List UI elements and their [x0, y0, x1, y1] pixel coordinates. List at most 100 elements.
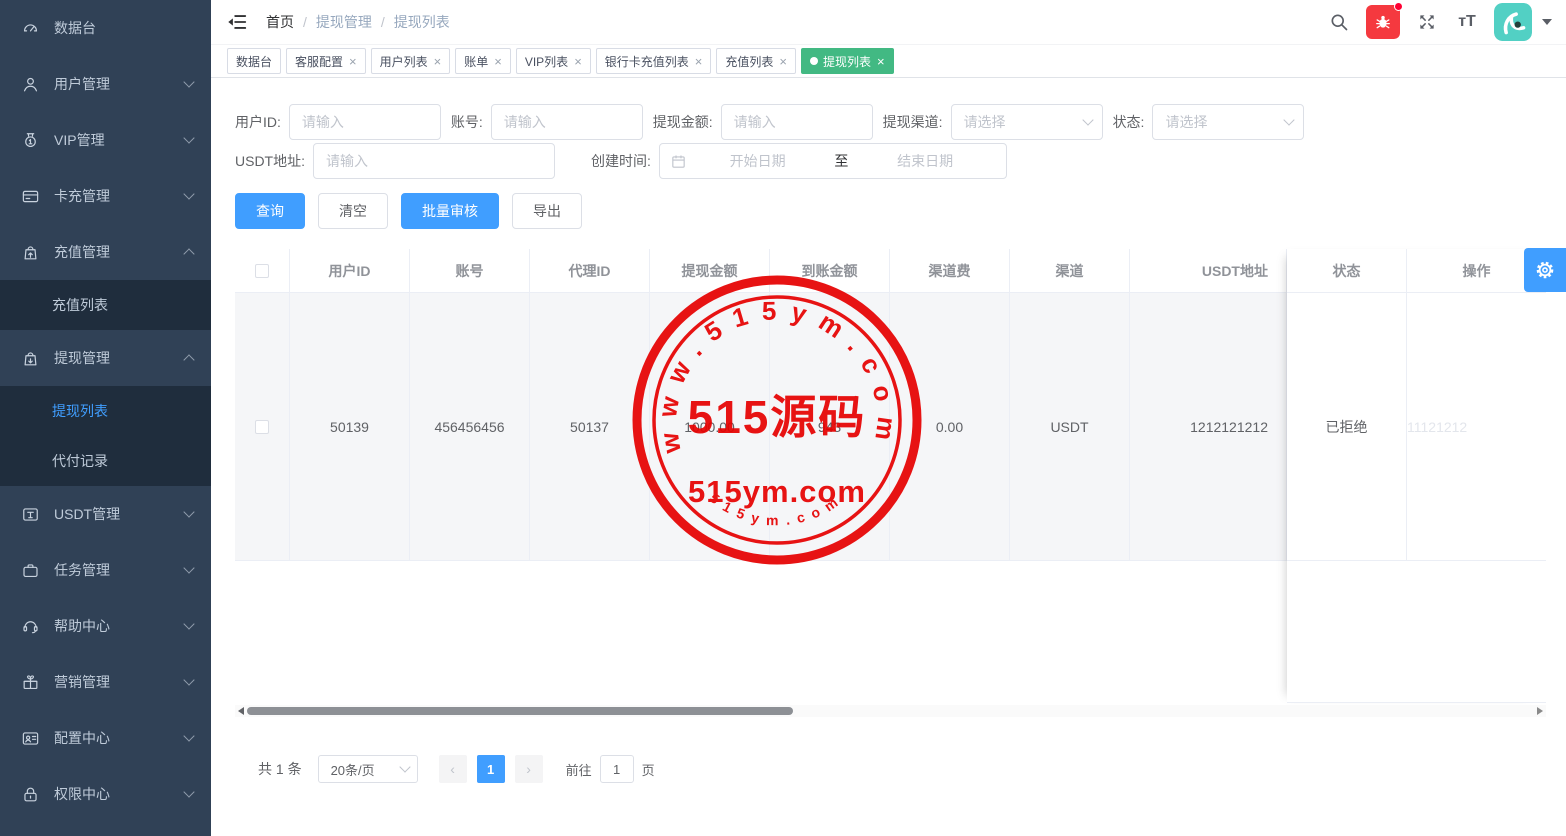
sidebar-item-recharge-management[interactable]: 充值管理 — [0, 224, 211, 280]
sidebar-item-label: 提现管理 — [54, 348, 185, 368]
tab-recharge-list[interactable]: 充值列表 × — [716, 48, 796, 74]
scroll-left-arrow-icon[interactable] — [238, 707, 244, 715]
cell-status: 已拒绝 — [1287, 293, 1407, 560]
status-select[interactable]: 请选择 — [1152, 104, 1304, 140]
sidebar-item-usdt-management[interactable]: USDT管理 — [0, 486, 211, 542]
chevron-down-icon — [183, 76, 194, 87]
font-size-glyph: тT — [1458, 13, 1476, 31]
goto-label: 前往 — [566, 760, 592, 779]
cell-account: 456456456 — [410, 293, 530, 560]
tab-dashboard[interactable]: 数据台 — [227, 48, 281, 74]
tab-withdraw-list-active[interactable]: 提现列表 × — [801, 48, 894, 74]
column-header: USDT地址 — [1130, 249, 1287, 292]
prev-page-button[interactable]: ‹ — [439, 755, 467, 783]
close-icon[interactable]: × — [695, 55, 703, 68]
filter-row-2: USDT地址: 创建时间: 开始日期 至 结束日期 — [235, 143, 1566, 179]
bug-icon[interactable] — [1366, 5, 1400, 39]
cell-usdt-address: 1212121212 — [1130, 293, 1287, 560]
row-checkbox[interactable] — [255, 420, 269, 434]
close-icon[interactable]: × — [574, 55, 582, 68]
select-all-cell — [235, 249, 290, 292]
select-placeholder: 请选择 — [964, 112, 1006, 132]
search-button[interactable]: 查询 — [235, 193, 305, 229]
sidebar-item-permission-center[interactable]: 权限中心 — [0, 766, 211, 822]
dashboard-icon — [20, 18, 40, 38]
date-end-placeholder[interactable]: 结束日期 — [854, 151, 996, 171]
app-root: 数据台 用户管理 VIP管理 卡充管理 — [0, 0, 1566, 836]
tab-label: VIP列表 — [525, 53, 568, 70]
tab-vip-list[interactable]: VIP列表 × — [516, 48, 591, 74]
close-icon[interactable]: × — [877, 55, 885, 68]
top-header-left: 首页 / 提现管理 / 提现列表 — [226, 11, 450, 33]
breadcrumb-home[interactable]: 首页 — [266, 12, 294, 32]
search-icon[interactable] — [1326, 9, 1352, 35]
top-header-right: тT — [1326, 3, 1552, 41]
select-all-checkbox[interactable] — [255, 264, 269, 278]
sidebar-item-label: 帮助中心 — [54, 616, 185, 636]
goto-page-input[interactable] — [600, 755, 634, 783]
date-range-picker[interactable]: 开始日期 至 结束日期 — [659, 143, 1007, 179]
horizontal-scrollbar[interactable] — [235, 705, 1546, 717]
sidebar-subitem-payment-records[interactable]: 代付记录 — [0, 436, 211, 486]
account-input[interactable] — [491, 104, 643, 140]
date-start-placeholder[interactable]: 开始日期 — [687, 151, 829, 171]
close-icon[interactable]: × — [779, 55, 787, 68]
filter-label: 创建时间: — [591, 151, 651, 171]
sidebar-item-label: 用户管理 — [54, 74, 185, 94]
sidebar-item-dashboard[interactable]: 数据台 — [0, 0, 211, 56]
clear-button[interactable]: 清空 — [318, 193, 388, 229]
withdraw-amount-input[interactable] — [721, 104, 873, 140]
batch-review-button[interactable]: 批量审核 — [401, 193, 499, 229]
sidebar-item-marketing-management[interactable]: 营销管理 — [0, 654, 211, 710]
sidebar-item-label: 数据台 — [54, 18, 193, 38]
scrollbar-thumb[interactable] — [247, 707, 793, 715]
fullscreen-icon[interactable] — [1414, 9, 1440, 35]
table-settings-gear-button[interactable] — [1524, 248, 1566, 292]
tab-label: 数据台 — [236, 53, 272, 70]
page-number-1[interactable]: 1 — [477, 755, 505, 783]
tag-tab-bar: 数据台 客服配置 × 用户列表 × 账单 × VIP列表 × 银行卡充值列表 × — [211, 45, 1566, 78]
page-size-select[interactable]: 20条/页 — [318, 755, 418, 783]
caret-down-icon[interactable] — [1542, 19, 1552, 25]
tab-bank-card-recharge-list[interactable]: 银行卡充值列表 × — [596, 48, 712, 74]
tab-bill[interactable]: 账单 × — [455, 48, 511, 74]
sidebar-item-label: 营销管理 — [54, 672, 185, 692]
close-icon[interactable]: × — [494, 55, 502, 68]
filter-form: 用户ID: 账号: 提现金额: 提现渠道: 请选择 — [211, 78, 1566, 179]
usdt-address-input[interactable] — [313, 143, 555, 179]
page-unit-label: 页 — [642, 760, 655, 779]
font-size-icon[interactable]: тT — [1454, 9, 1480, 35]
export-button[interactable]: 导出 — [512, 193, 582, 229]
next-page-button[interactable]: › — [515, 755, 543, 783]
avatar[interactable] — [1494, 3, 1532, 41]
filter-amount: 提现金额: — [653, 104, 873, 140]
sidebar-item-config-center[interactable]: 配置中心 — [0, 710, 211, 766]
breadcrumb-item: 提现列表 — [394, 12, 450, 32]
sidebar-subitem-recharge-list[interactable]: 充值列表 — [0, 280, 211, 330]
sidebar-item-withdraw-management[interactable]: 提现管理 — [0, 330, 211, 386]
close-icon[interactable]: × — [434, 55, 442, 68]
sidebar-item-help-center[interactable]: 帮助中心 — [0, 598, 211, 654]
sidebar-item-task-management[interactable]: 任务管理 — [0, 542, 211, 598]
close-icon[interactable]: × — [349, 55, 357, 68]
active-tab-dot — [810, 57, 818, 65]
column-header: 提现金额 — [650, 249, 770, 292]
tab-customer-service-config[interactable]: 客服配置 × — [286, 48, 366, 74]
cell-agent-id: 50137 — [530, 293, 650, 560]
chevron-up-icon — [183, 248, 194, 259]
fold-menu-icon[interactable] — [226, 11, 248, 33]
user-id-input[interactable] — [289, 104, 441, 140]
filter-label: 提现渠道: — [883, 112, 943, 132]
withdraw-channel-select[interactable]: 请选择 — [951, 104, 1103, 140]
scroll-right-arrow-icon[interactable] — [1537, 707, 1543, 715]
sidebar-item-vip-management[interactable]: VIP管理 — [0, 112, 211, 168]
column-header: 状态 — [1287, 249, 1407, 292]
tab-label: 银行卡充值列表 — [605, 53, 689, 70]
sidebar-subitem-withdraw-list[interactable]: 提现列表 — [0, 386, 211, 436]
vip-icon — [20, 130, 40, 150]
sidebar-item-user-management[interactable]: 用户管理 — [0, 56, 211, 112]
tab-user-list[interactable]: 用户列表 × — [371, 48, 451, 74]
sidebar-item-label: 卡充管理 — [54, 186, 185, 206]
filter-usdt-address: USDT地址: — [235, 143, 555, 179]
sidebar-item-card-recharge-management[interactable]: 卡充管理 — [0, 168, 211, 224]
